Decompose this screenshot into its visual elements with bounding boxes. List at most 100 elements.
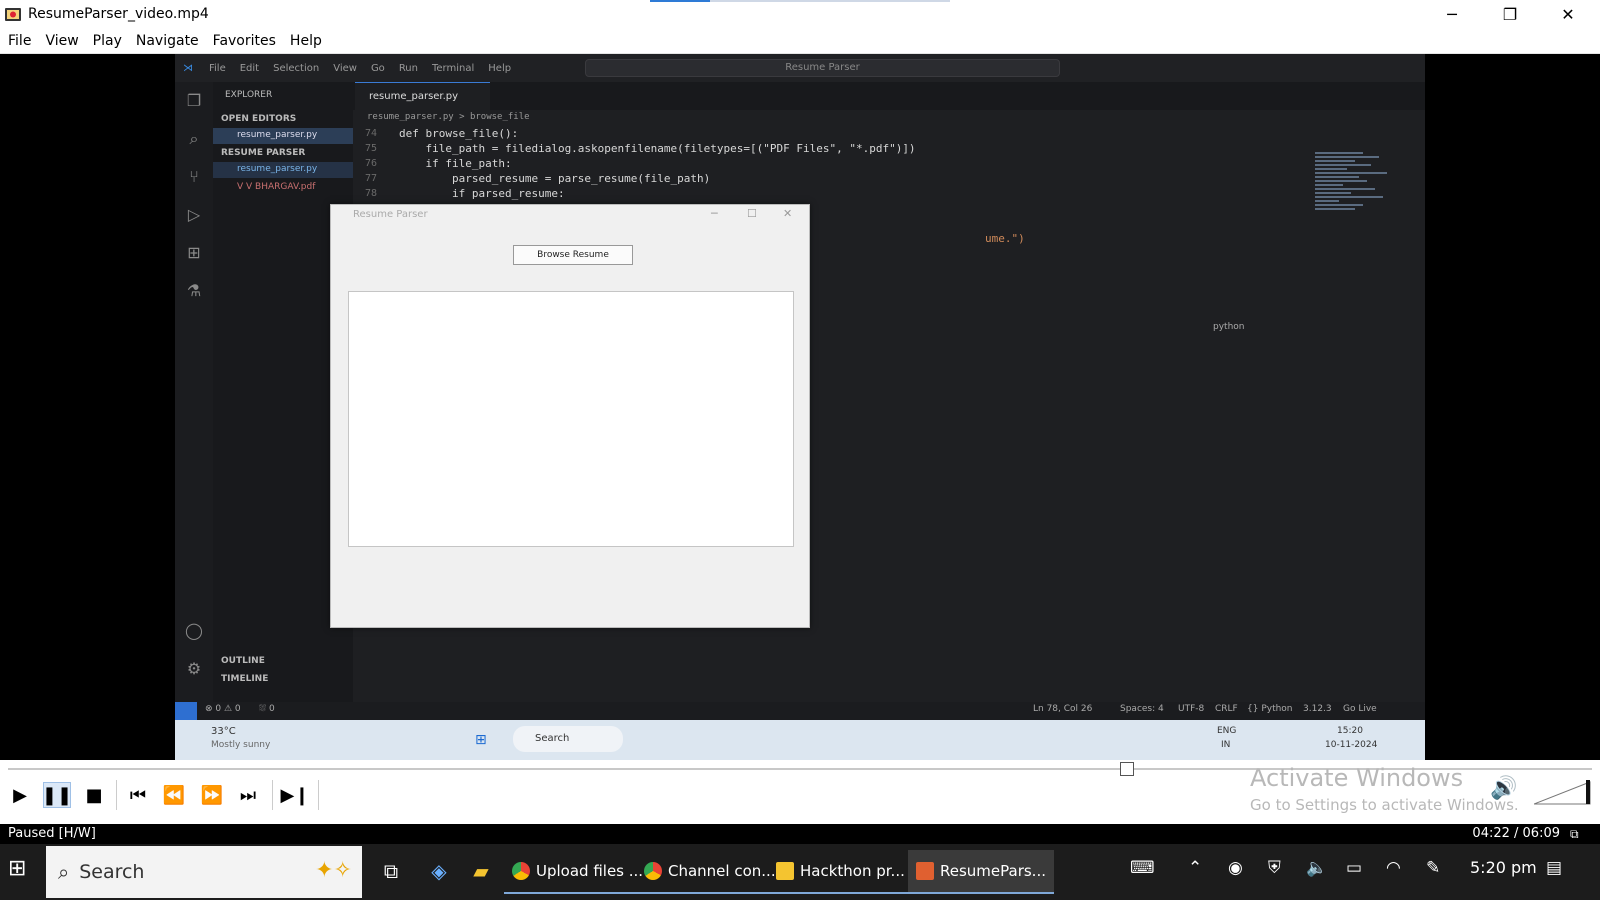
activate-windows-watermark: Activate Windows [1250, 764, 1464, 792]
line-number: 74 [365, 128, 378, 139]
resume-output-textarea [348, 291, 794, 547]
video-frame[interactable]: ⋊ File Edit Selection View Go Run Termin… [0, 54, 1600, 760]
taskbar-app-upload[interactable]: Upload files ... [504, 850, 652, 894]
vs-activity-bar: ❐ ⌕ ⑂ ▷ ⊞ ⚗ ◯ ⚙ [175, 82, 213, 702]
chrome-icon [512, 862, 530, 880]
account-icon: ◯ [185, 621, 203, 640]
pen-icon[interactable]: ✎ [1426, 858, 1440, 878]
menu-help[interactable]: Help [290, 31, 322, 51]
vs-minimap [1315, 152, 1395, 292]
vs-status-language: {} Python [1247, 704, 1293, 714]
taskbar-app-resumeparser[interactable]: ResumePars... [908, 850, 1054, 894]
task-view-icon[interactable]: ⧉ [376, 856, 406, 886]
vs-status-version: 3.12.3 [1303, 704, 1332, 714]
next-button[interactable]: ⏭ [234, 782, 262, 808]
taskbar-search[interactable]: ⌕ Search ✦✧ [46, 846, 362, 898]
copilot-icon[interactable]: ◈ [424, 856, 454, 886]
subtitle-icon[interactable]: ⧉ [1570, 827, 1590, 841]
vs-breadcrumb: resume_parser.py > browse_file [367, 112, 530, 122]
previous-button[interactable]: ⏮ [124, 782, 152, 808]
rewind-button[interactable]: ⏪ [160, 782, 188, 808]
dialog-maximize-icon: ☐ [747, 207, 757, 220]
vs-statusbar: ⊗ 0 ⚠ 0 ⛆ 0 Ln 78, Col 26 Spaces: 4 UTF-… [175, 702, 1425, 720]
folder-icon [776, 862, 794, 880]
testing-icon: ⚗ [186, 281, 202, 300]
menu-play[interactable]: Play [93, 31, 122, 51]
close-button[interactable]: ✕ [1540, 0, 1596, 28]
notifications-icon[interactable]: ▤ [1546, 858, 1562, 878]
line-number: 77 [365, 173, 378, 184]
settings-gear-icon: ⚙ [186, 659, 202, 678]
vs-tab-resume-parser: resume_parser.py [355, 82, 490, 110]
fast-forward-button[interactable]: ⏩ [198, 782, 226, 808]
speaker-icon[interactable]: 🔈 [1306, 858, 1327, 878]
source-control-icon: ⑂ [189, 167, 199, 186]
inner-clock-time: 15:20 [1337, 726, 1363, 736]
files-icon: ❐ [186, 91, 202, 110]
seek-thumb[interactable] [1120, 762, 1135, 776]
meet-icon[interactable]: ◉ [1228, 858, 1243, 878]
taskbar-clock[interactable]: 5:20 pm [1470, 858, 1537, 877]
taskbar-app-hackthon[interactable]: Hackthon pr... [768, 850, 913, 894]
vs-menu-go: Go [370, 62, 385, 74]
stop-button[interactable]: ■ [80, 782, 108, 808]
code-line: def browse_file(): [399, 127, 519, 140]
minimize-button[interactable]: ─ [1424, 0, 1480, 28]
resume-parser-dialog: Resume Parser ─ ☐ ✕ Browse Resume [330, 204, 810, 628]
playback-time: 04:22 / 06:09 [1472, 826, 1560, 841]
browse-resume-button: Browse Resume [513, 245, 633, 265]
title-progress-line [650, 0, 950, 2]
taskbar-app-channel[interactable]: Channel con... [636, 850, 784, 894]
vs-status-problems: ⊗ 0 ⚠ 0 [205, 704, 241, 714]
vs-tab-bar: resume_parser.py [353, 82, 1425, 110]
restore-button[interactable]: ❐ [1482, 0, 1538, 28]
inner-weather-temp: 33°C [211, 726, 236, 737]
show-hidden-icons-chevron[interactable]: ⌃ [1188, 858, 1202, 878]
player-statusbar: Paused [H/W] 04:22 / 06:09 ⧉ [0, 824, 1600, 844]
sparkle-icon: ✦✧ [315, 858, 352, 883]
taskbar-search-label: Search [79, 861, 145, 883]
volume-slider[interactable] [1534, 778, 1592, 806]
wifi-icon[interactable]: ◠ [1386, 858, 1401, 878]
vs-status-golive: Go Live [1343, 704, 1377, 714]
pause-button[interactable]: ❚❚ [42, 782, 72, 808]
player-controls: ▶ ❚❚ ■ ⏮ ⏪ ⏩ ⏭ ▶❙ Activate Windows Go to… [0, 760, 1600, 824]
battery-icon[interactable]: ▭ [1346, 858, 1362, 878]
vscode-menubar: ⋊ File Edit Selection View Go Run Termin… [175, 54, 1425, 82]
file-explorer-icon[interactable]: ▰ [466, 856, 496, 886]
run-debug-icon: ▷ [187, 205, 201, 224]
media-player-icon [5, 8, 21, 21]
security-shield-icon[interactable]: ⛨ [1268, 858, 1281, 878]
inner-lang: ENG [1217, 726, 1237, 736]
inner-weather-desc: Mostly sunny [211, 740, 271, 750]
activate-windows-subtext: Go to Settings to activate Windows. [1250, 796, 1519, 814]
code-line: file_path = filedialog.askopenfilename(f… [399, 142, 916, 155]
dialog-close-icon: ✕ [783, 207, 793, 220]
windows-taskbar: ⊞ ⌕ Search ✦✧ ⧉ ◈ ▰ Upload files ... Cha… [0, 844, 1600, 900]
chrome-icon [644, 862, 662, 880]
play-button[interactable]: ▶ [6, 782, 34, 808]
frame-step-button[interactable]: ▶❙ [281, 782, 310, 808]
vs-menu-run: Run [398, 62, 418, 74]
vscode-logo-icon: ⋊ [183, 62, 193, 74]
menu-favorites[interactable]: Favorites [213, 31, 276, 51]
vs-status-eol: CRLF [1215, 704, 1238, 714]
outline-header: OUTLINE [221, 656, 265, 666]
menu-navigate[interactable]: Navigate [136, 31, 199, 51]
volume-icon[interactable]: 🔊 [1490, 776, 1520, 806]
menu-bar: File View Play Navigate Favorites Help [0, 28, 1600, 54]
code-line: parsed_resume = parse_resume(file_path) [399, 172, 711, 185]
menu-view[interactable]: View [45, 31, 78, 51]
dialog-title: Resume Parser [353, 209, 428, 220]
extensions-icon: ⊞ [187, 243, 201, 262]
vs-menu-file: File [209, 62, 226, 74]
menu-file[interactable]: File [8, 31, 31, 51]
vs-menu-terminal: Terminal [432, 62, 475, 74]
window-title: ResumeParser_video.mp4 [28, 6, 209, 22]
line-number: 75 [365, 143, 378, 154]
start-windows-icon[interactable]: ⊞ [8, 856, 38, 886]
project-file-py: resume_parser.py [237, 164, 318, 174]
dialog-minimize-icon: ─ [711, 207, 718, 220]
input-indicator-icon[interactable]: ⌨ [1130, 858, 1155, 878]
vs-status-cursor: Ln 78, Col 26 [1033, 704, 1093, 714]
